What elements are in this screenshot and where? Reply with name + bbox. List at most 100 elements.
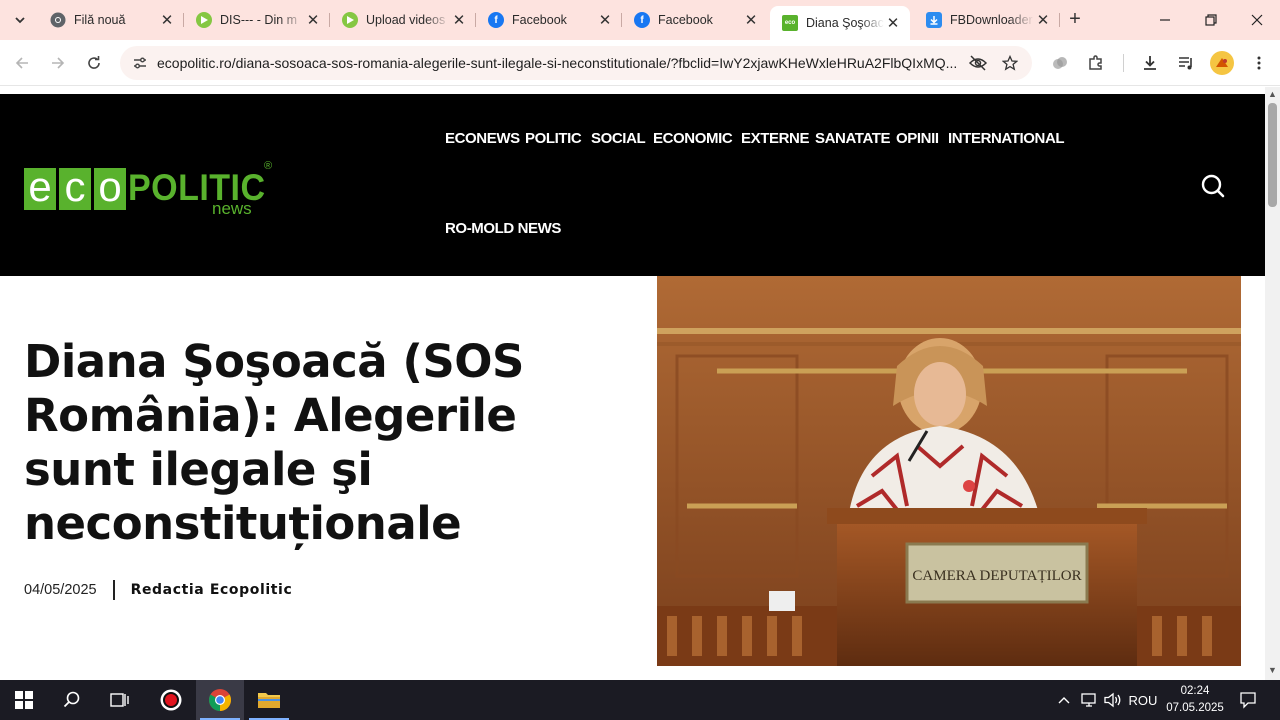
start-button[interactable] [0,680,48,720]
tab-fbdownloader[interactable]: FBDownloader ✕ [914,6,1060,34]
network-icon [1081,693,1096,707]
puzzle-icon [1089,55,1102,70]
nav-opinii[interactable]: OPINII [896,130,939,147]
rumble-play-icon [342,12,358,28]
nav-econews[interactable]: ECONEWS [445,130,520,147]
scroll-thumb[interactable] [1268,103,1277,207]
tab-title: Facebook [658,13,713,27]
tab-diana-sosoaca[interactable]: eco Diana Şoşoacă ✕ [770,6,910,40]
nav-politic[interactable]: POLITIC [525,130,582,147]
article-hero-image: CAMERA DEPUTAȚILOR [657,276,1241,666]
facebook-icon: f [634,12,650,28]
tab-upload-videos[interactable]: Upload videos ✕ [330,6,476,34]
input-language-indicator[interactable]: ROU [1127,690,1159,710]
taskbar-recorder-app[interactable] [147,680,195,720]
logo-letter-box: o [94,166,126,210]
eye-off-icon[interactable] [966,51,990,75]
tab-facebook-2[interactable]: f Facebook ✕ [622,6,768,34]
tab-dis[interactable]: DIS--- - Din m ✕ [184,6,330,34]
tab-title: Upload videos [366,13,446,27]
browser-toolbar: ecopolitic.ro/diana-sosoaca-sos-romania-… [0,40,1280,86]
close-window-button[interactable] [1234,0,1280,40]
nav-social[interactable]: SOCIAL [591,130,646,147]
article-meta: 04/05/2025 Redactia Ecopolitic [24,579,292,601]
tab-new-tab[interactable]: Filă nouă ✕ [38,6,184,34]
profile-avatar[interactable] [1210,51,1234,75]
tab-title: FBDownloader [950,13,1033,27]
nav-international[interactable]: INTERNATIONAL [948,130,1065,147]
nav-externe[interactable]: EXTERNE [741,130,809,147]
tab-title: Diana Şoşoacă [806,16,884,30]
avatar-icon [1216,58,1228,67]
task-view-icon [110,693,129,707]
clock-time: 02:24 [1180,685,1210,697]
close-tab-icon[interactable]: ✕ [742,11,760,29]
article-author[interactable]: Redactia Ecopolitic [131,582,293,598]
chrome-icon [50,12,66,28]
site-header: e c o POLITIC news ® ECONEWS POLITIC SOC… [0,94,1265,276]
taskbar-search-button[interactable] [48,680,96,720]
show-hidden-icons-button[interactable] [1056,690,1072,710]
logo-letter-box: e [24,166,56,210]
chrome-icon [209,689,231,711]
close-tab-icon[interactable]: ✕ [304,11,322,29]
search-button[interactable] [1199,172,1227,200]
address-bar[interactable]: ecopolitic.ro/diana-sosoaca-sos-romania-… [120,46,1032,80]
close-tab-icon[interactable]: ✕ [1034,11,1052,29]
speaker-icon [1104,692,1121,708]
restore-button[interactable] [1188,0,1234,40]
logo-registered-mark: ® [264,160,273,172]
restore-icon [1205,14,1217,26]
music-queue-icon [1179,57,1192,70]
page-viewport: e c o POLITIC news ® ECONEWS POLITIC SOC… [0,87,1280,680]
nav-sanatate[interactable]: SANATATE [815,130,891,147]
nav-economic[interactable]: ECONOMIC [653,130,733,147]
extension-puzzle-icon [1053,57,1067,69]
taskbar-clock[interactable]: 02:24 07.05.2025 [1160,683,1230,717]
task-view-button[interactable] [96,680,144,720]
forward-button[interactable] [44,49,72,77]
scroll-down-arrow-icon[interactable]: ▼ [1265,665,1280,677]
site-logo[interactable]: e c o POLITIC news ® [24,160,276,218]
tab-search-button[interactable] [6,6,34,34]
browser-menu-button[interactable] [1245,49,1273,77]
extensions-button[interactable] [1082,49,1110,77]
downloads-button[interactable] [1136,49,1164,77]
record-icon [160,689,182,711]
taskbar-chrome-app[interactable] [196,680,244,720]
extension-button[interactable] [1046,49,1074,77]
scroll-up-arrow-icon[interactable]: ▲ [1265,89,1280,101]
ecopolitic-icon: eco [782,15,798,31]
url-text[interactable]: ecopolitic.ro/diana-sosoaca-sos-romania-… [157,55,957,71]
download-icon [926,12,942,28]
close-tab-icon[interactable]: ✕ [158,11,176,29]
media-control-button[interactable] [1172,49,1200,77]
close-tab-icon[interactable]: ✕ [596,11,614,29]
download-icon [1144,56,1156,70]
close-tab-icon[interactable]: ✕ [450,11,468,29]
reload-icon [88,56,100,69]
windows-logo-icon [15,691,33,709]
site-info-icon[interactable] [128,51,152,75]
page-scrollbar[interactable]: ▲ ▼ [1265,87,1280,680]
tab-title: Filă nouă [74,13,126,27]
network-button[interactable] [1080,690,1100,710]
windows-taskbar: ROU 02:24 07.05.2025 [0,680,1280,720]
tab-facebook-1[interactable]: f Facebook ✕ [476,6,622,34]
reload-button[interactable] [80,49,108,77]
taskbar-file-explorer-app[interactable] [245,680,293,720]
search-icon [1201,174,1225,198]
logo-subword: news [212,199,252,218]
tab-title: DIS--- - Din m [220,13,298,27]
logo-letter-box: c [59,166,91,210]
nav-ro-mold-news[interactable]: RO-MOLD NEWS [445,220,561,237]
close-tab-icon[interactable]: ✕ [884,14,902,32]
notifications-button[interactable] [1236,690,1260,710]
new-tab-button[interactable]: + [1064,9,1086,31]
bookmark-star-icon[interactable] [998,51,1022,75]
volume-button[interactable] [1103,690,1123,710]
minimize-button[interactable] [1142,0,1188,40]
tab-title: Facebook [512,13,567,27]
article-date: 04/05/2025 [24,582,97,598]
back-button[interactable] [8,49,36,77]
